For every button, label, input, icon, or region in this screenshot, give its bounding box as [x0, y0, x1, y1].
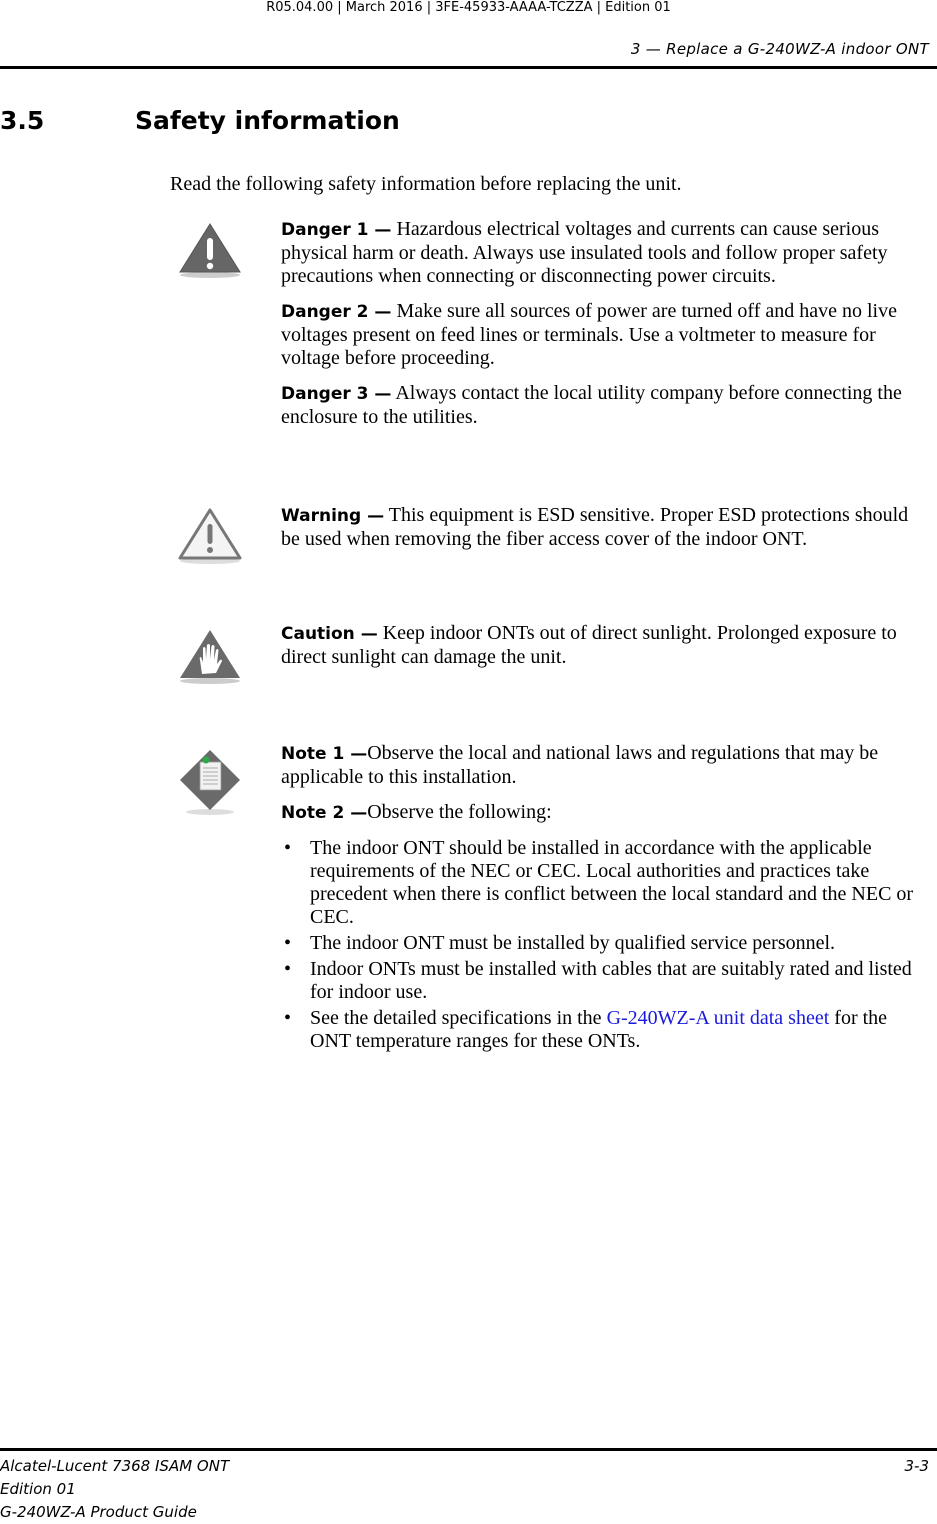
note-2-text: Observe the following: — [367, 801, 552, 823]
footer-guide: G-240WZ-A Product Guide — [0, 1503, 197, 1521]
section-number: 3.5 — [0, 106, 45, 135]
caution-hand-icon — [180, 630, 240, 684]
warning-label: Warning — — [281, 506, 385, 526]
note-block: Note 1 —Observe the local and national l… — [170, 742, 915, 1056]
footer-product: Alcatel-Lucent 7368 ISAM ONT — [0, 1457, 230, 1475]
intro-text: Read the following safety information be… — [170, 173, 682, 195]
danger-triangle-icon — [179, 223, 241, 278]
note-1-label: Note 1 — — [281, 744, 368, 764]
list-item: The indoor ONT must be installed by qual… — [281, 932, 915, 955]
list-item: The indoor ONT should be installed in ac… — [281, 837, 915, 929]
caution-note: Caution — Keep indoor ONTs out of direct… — [281, 622, 915, 669]
warning-note: Warning — This equipment is ESD sensitiv… — [281, 504, 915, 551]
note-1: Note 1 —Observe the local and national l… — [281, 742, 915, 789]
document-meta: R05.04.00 | March 2016 | 3FE-45933-AAAA-… — [266, 0, 671, 15]
danger-1: Danger 1 — Hazardous electrical voltages… — [281, 218, 915, 288]
warning-block: Warning — This equipment is ESD sensitiv… — [170, 504, 915, 564]
section-title: Safety information — [135, 106, 400, 135]
note-1-text: Observe the local and national laws and … — [281, 742, 879, 788]
danger-2-label: Danger 2 — — [281, 302, 392, 322]
page-number: 3-3 — [904, 1457, 930, 1475]
footer-rule — [0, 1448, 937, 1451]
note-bullet-list: The indoor ONT should be installed in ac… — [281, 837, 915, 1053]
danger-3: Danger 3 — Always contact the local util… — [281, 382, 915, 429]
warning-triangle-icon — [178, 508, 242, 564]
note-2-label: Note 2 — — [281, 803, 368, 823]
danger-1-label: Danger 1 — — [281, 220, 392, 240]
danger-2: Danger 2 — Make sure all sources of powe… — [281, 300, 915, 370]
caution-label: Caution — — [281, 624, 378, 644]
footer-edition: Edition 01 — [0, 1480, 76, 1498]
data-sheet-link[interactable]: G-240WZ-A unit data sheet — [607, 1007, 830, 1029]
list-item: Indoor ONTs must be installed with cable… — [281, 958, 915, 1004]
chapter-title: 3 — Replace a G-240WZ-A indoor ONT — [630, 40, 929, 58]
danger-block: Danger 1 — Hazardous electrical voltages… — [170, 218, 915, 441]
caution-block: Caution — Keep indoor ONTs out of direct… — [170, 622, 915, 684]
list-item: See the detailed specifications in the G… — [281, 1007, 915, 1053]
header-rule — [0, 66, 937, 69]
note-2: Note 2 —Observe the following: — [281, 801, 915, 825]
section-heading: 3.5 Safety information — [0, 106, 400, 135]
bullet-text-pre: See the detailed specifications in the — [310, 1007, 607, 1029]
footer-left: Alcatel-Lucent 7368 ISAM ONT Edition 01 … — [0, 1455, 229, 1524]
note-document-icon — [180, 750, 240, 815]
danger-3-label: Danger 3 — — [281, 384, 392, 404]
